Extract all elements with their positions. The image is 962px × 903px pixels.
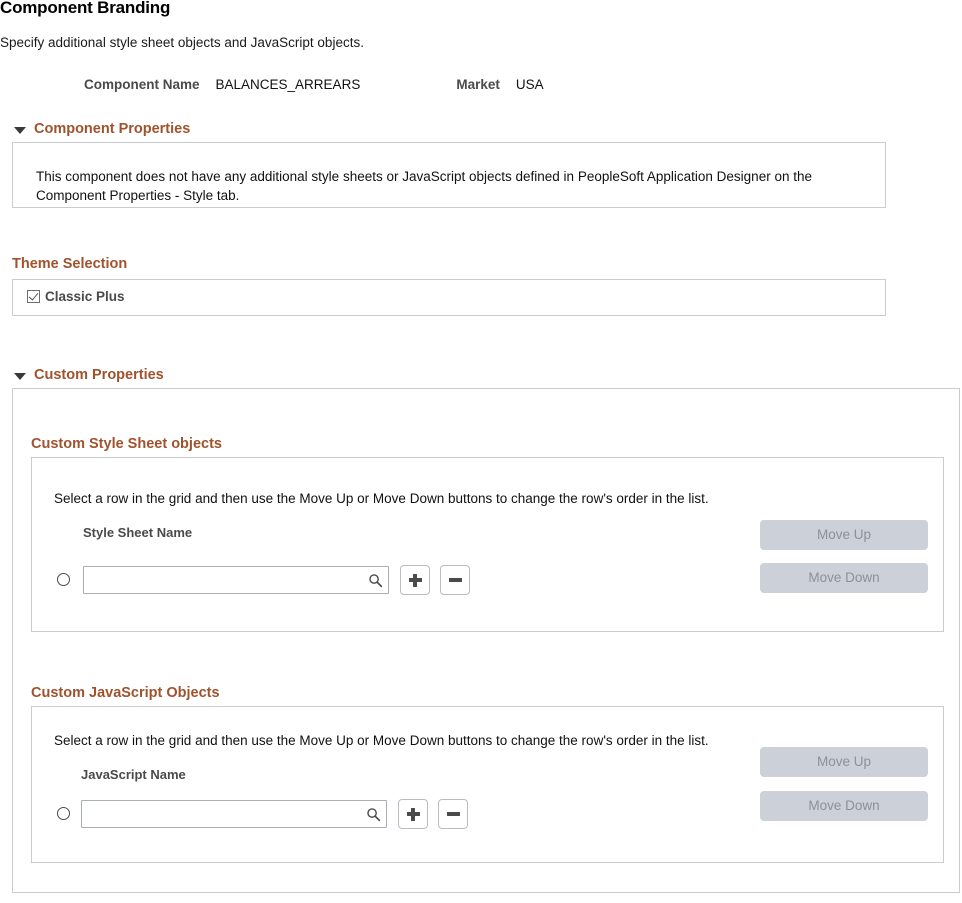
javascript-row-radio[interactable] [57,807,70,820]
search-icon[interactable] [364,805,382,823]
custom-style-sheet-panel: Select a row in the grid and then use th… [31,457,944,632]
javascript-move-down-button[interactable]: Move Down [760,791,928,821]
minus-icon [448,574,462,587]
component-name-value: BALANCES_ARREARS [215,77,361,92]
style-sheet-row-field-group [83,565,470,595]
style-sheet-move-down-button[interactable]: Move Down [760,563,928,593]
market-label: Market [456,77,500,92]
javascript-grid-hint: Select a row in the grid and then use th… [54,733,709,748]
page-title: Component Branding [0,0,171,17]
theme-selection-heading: Theme Selection [12,256,128,272]
add-row-button[interactable] [398,799,428,829]
component-properties-message: This component does not have any additio… [36,169,812,203]
javascript-move-up-button[interactable]: Move Up [760,747,928,777]
market-value: USA [515,77,544,92]
javascript-name-input[interactable] [81,800,387,828]
delete-row-button[interactable] [438,799,468,829]
javascript-row-field-group [81,799,468,829]
style-sheet-move-up-button[interactable]: Move Up [760,520,928,550]
section-header-component-properties[interactable]: Component Properties [14,121,190,137]
style-sheet-column-header: Style Sheet Name [83,525,193,540]
theme-option-classic-plus-label: Classic Plus [45,289,125,304]
theme-selection-panel: Classic Plus [12,279,886,316]
delete-row-button[interactable] [440,565,470,595]
component-properties-panel: This component does not have any additio… [12,142,886,208]
custom-javascript-panel: Select a row in the grid and then use th… [31,706,944,863]
chevron-down-icon[interactable] [14,372,26,380]
custom-style-sheet-heading: Custom Style Sheet objects [31,436,222,452]
add-row-button[interactable] [400,565,430,595]
checkbox-classic-plus[interactable] [27,290,40,303]
custom-javascript-heading: Custom JavaScript Objects [31,685,220,701]
javascript-column-header: JavaScript Name [81,767,186,782]
section-header-custom-properties-label: Custom Properties [34,367,164,383]
component-name-label: Component Name [84,77,200,92]
minus-icon [446,808,460,821]
chevron-down-icon[interactable] [14,126,26,134]
style-sheet-grid-hint: Select a row in the grid and then use th… [54,491,709,506]
section-header-component-properties-label: Component Properties [34,121,191,137]
search-icon[interactable] [366,571,384,589]
plus-icon [408,573,422,587]
style-sheet-row-radio[interactable] [57,573,70,586]
section-header-custom-properties[interactable]: Custom Properties [14,367,164,383]
theme-option-classic-plus[interactable]: Classic Plus [27,289,125,304]
style-sheet-name-input[interactable] [83,566,389,594]
component-header-row: Component Name BALANCES_ARREARS Market U… [84,77,544,92]
plus-icon [406,807,420,821]
page-subtitle: Specify additional style sheet objects a… [0,35,364,50]
